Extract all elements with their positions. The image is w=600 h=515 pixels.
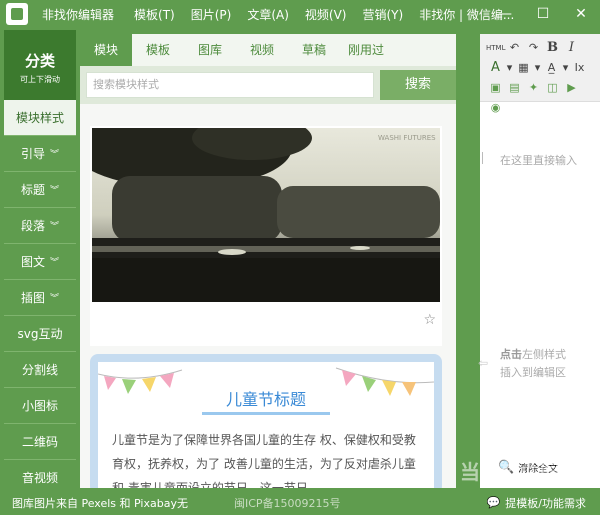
app-title: 非找你编辑器 <box>42 7 115 22</box>
module-list: WASHI FUTURES ☆ 儿童节标题 儿童节是为了保障世界各国儿童的生存 … <box>80 104 456 488</box>
hint-line1: 左侧样式 <box>522 348 566 361</box>
editor-toolbar: HTML ↶ ↷ B I A ▾ ▦ ▾ A̲ ▾ Ix ▣ ▤ ✦ ◫ ▶ ◉ <box>480 34 600 114</box>
sidebar-item-divider[interactable]: 分割线 <box>4 352 76 388</box>
minimize-button[interactable]: — <box>486 0 524 28</box>
kids-card-inner: 儿童节标题 儿童节是为了保障世界各国儿童的生存 权、保健权和受教育权，抚养权，为… <box>98 362 434 488</box>
app-logo-icon <box>6 3 28 25</box>
editor-placeholder[interactable]: 在这里直接输入 <box>482 152 577 168</box>
undo-icon[interactable]: ↶ <box>505 38 524 58</box>
play-video-icon[interactable]: ▶ <box>562 78 581 98</box>
sidebar-item-paragraph[interactable]: 段落 ︾ <box>4 208 76 244</box>
insert-image-icon[interactable]: ▣ <box>486 78 505 98</box>
sidebar-item-label: 模块样式 <box>15 111 64 125</box>
status-image-source: 图库图片来自 Pexels 和 Pixabay无 <box>12 496 188 510</box>
category-title: 分类 <box>24 52 55 70</box>
title-bar: 非找你编辑器 模板(T) 图片(P) 文章(A) 视频(V) 营销(Y) 非找你… <box>0 0 600 28</box>
arrow-left-icon: ⇦ <box>478 356 489 370</box>
kids-paragraph: 儿童节是为了保障世界各国儿童的生存 权、保健权和受教育权，抚养权，为了 改善儿童… <box>112 433 416 488</box>
sidebar-item-label: 段落 <box>20 219 45 233</box>
background-color-icon[interactable]: ▦ <box>514 58 533 78</box>
chevron-down-icon: ︾ <box>50 258 60 268</box>
menu-image[interactable]: 图片(P) <box>191 6 232 23</box>
chevron-down-icon[interactable]: ▾ <box>533 58 542 78</box>
search-input[interactable]: 搜索模块样式 <box>86 72 374 98</box>
rain-photo: WASHI FUTURES <box>92 128 440 302</box>
layout-icon[interactable]: ◫ <box>543 78 562 98</box>
sidebar-item-label: 小图标 <box>21 399 58 413</box>
module-card-childrens-day[interactable]: 儿童节标题 儿童节是为了保障世界各国儿童的生存 权、保健权和受教育权，抚养权，为… <box>90 354 442 488</box>
sidebar-item-label: svg互动 <box>17 327 63 341</box>
sidebar-item-label: 音视频 <box>21 471 58 485</box>
sidebar-item-svg-interactive[interactable]: svg互动 <box>4 316 76 352</box>
sidebar-item-module-style[interactable]: 模块样式 <box>4 100 76 136</box>
editor-hint: ⇦ 点击左侧样式 插入到编辑区 <box>478 346 566 382</box>
bold-button[interactable]: B <box>543 38 562 58</box>
sidebar-item-heading[interactable]: 标题 ︾ <box>4 172 76 208</box>
status-icp[interactable]: 闽ICP备15009215号 <box>234 495 341 511</box>
tab-recent[interactable]: 刚用过 <box>340 34 392 66</box>
favorite-star-icon[interactable]: ☆ <box>423 312 436 328</box>
category-sidebar: 分类 可上下滑动 模块样式 引导 ︾ 标题 ︾ 段落 ︾ 图文 ︾ 插图 ︾ svg互动 … <box>4 30 76 496</box>
preview-icon[interactable]: ◉ <box>486 98 505 118</box>
tab-draft[interactable]: 草稿 <box>288 34 340 66</box>
insert-table-icon[interactable]: ▤ <box>505 78 524 98</box>
chevron-down-icon: ︾ <box>50 186 60 196</box>
sidebar-item-label: 图文 <box>20 255 45 269</box>
magic-wand-icon[interactable]: ✦ <box>524 78 543 98</box>
hint-bold: 点击 <box>500 348 522 361</box>
module-card-photo[interactable]: WASHI FUTURES ☆ <box>90 126 442 346</box>
sidebar-item-label: 插图 <box>20 291 45 305</box>
chevron-down-icon: ︾ <box>50 150 60 160</box>
tab-gallery[interactable]: 图库 <box>184 34 236 66</box>
close-button[interactable]: ✕ <box>562 0 600 28</box>
material-tabs: 模块 模板 图库 视频 草稿 刚用过 <box>80 34 456 66</box>
sidebar-item-guide[interactable]: 引导 ︾ <box>4 136 76 172</box>
kids-title-underline <box>202 412 330 415</box>
sidebar-item-small-icon[interactable]: 小图标 <box>4 388 76 424</box>
rain-photo-image: WASHI FUTURES <box>92 128 440 302</box>
sidebar-item-qrcode[interactable]: 二维码 <box>4 424 76 460</box>
category-subtitle: 可上下滑动 <box>20 75 60 84</box>
menu-marketing[interactable]: 营销(Y) <box>362 6 403 23</box>
menu-template[interactable]: 模板(T) <box>134 6 175 23</box>
italic-button[interactable]: I <box>562 38 581 58</box>
sidebar-item-label: 分割线 <box>21 363 58 377</box>
chevron-down-icon: ︾ <box>50 222 60 232</box>
feedback-label: 提模板/功能需求 <box>505 496 586 510</box>
chevron-down-icon: ︾ <box>50 294 60 304</box>
photo-watermark-text: WASHI FUTURES <box>378 134 436 142</box>
search-button[interactable]: 搜索 <box>380 70 456 100</box>
menu-article[interactable]: 文章(A) <box>247 6 289 23</box>
font-color-icon[interactable]: A <box>486 58 505 78</box>
sidebar-item-label: 二维码 <box>21 435 58 449</box>
chevron-down-icon[interactable]: ▾ <box>505 58 514 78</box>
menu-bar: 非找你编辑器 模板(T) 图片(P) 文章(A) 视频(V) 营销(Y) 非找你… <box>42 6 530 23</box>
tab-template[interactable]: 模板 <box>132 34 184 66</box>
clear-format-icon[interactable]: Ix <box>570 58 589 78</box>
tab-video[interactable]: 视频 <box>236 34 288 66</box>
search-row: 搜索模块样式 搜索 <box>80 66 456 104</box>
sidebar-item-label: 引导 <box>20 147 45 161</box>
font-size-icon[interactable]: A̲ <box>542 58 561 78</box>
window-controls: — ☐ ✕ <box>486 0 600 28</box>
sidebar-item-label: 标题 <box>20 183 45 197</box>
sidebar-item-image-text[interactable]: 图文 ︾ <box>4 244 76 280</box>
html-source-button[interactable]: HTML <box>486 38 505 58</box>
kids-title: 儿童节标题 <box>225 390 306 409</box>
redo-icon[interactable]: ↷ <box>524 38 543 58</box>
feedback-button[interactable]: 💬 提模板/功能需求 <box>487 495 586 511</box>
maximize-button[interactable]: ☐ <box>524 0 562 28</box>
menu-video[interactable]: 视频(V) <box>305 6 347 23</box>
category-header: 分类 可上下滑动 <box>4 30 76 100</box>
chat-icon: 💬 <box>486 496 501 509</box>
hint-line2: 插入到编辑区 <box>500 366 566 379</box>
editor-panel: HTML ↶ ↷ B I A ▾ ▦ ▾ A̲ ▾ Ix ▣ ▤ ✦ ◫ ▶ ◉… <box>478 34 600 488</box>
site-watermark: 当下软件园 <box>460 460 560 484</box>
status-bar: 图库图片来自 Pexels 和 Pixabay无 闽ICP备15009215号 … <box>0 490 600 515</box>
sidebar-item-illustration[interactable]: 插图 ︾ <box>4 280 76 316</box>
tab-module[interactable]: 模块 <box>80 34 132 66</box>
material-panel: 模块 模板 图库 视频 草稿 刚用过 搜索模块样式 搜索 WASHI FUTUR… <box>80 34 456 488</box>
chevron-down-icon[interactable]: ▾ <box>561 58 570 78</box>
